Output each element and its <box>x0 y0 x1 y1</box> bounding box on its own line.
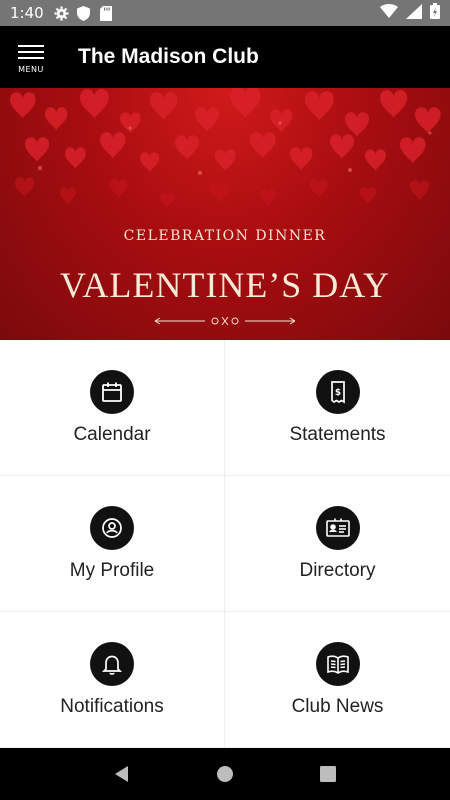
recents-icon[interactable] <box>308 754 348 794</box>
directory-icon <box>315 505 360 550</box>
feature-grid: Calendar $ Statements My Profile Directo… <box>0 340 450 748</box>
gear-icon <box>54 5 70 21</box>
club-news-tile[interactable]: Club News <box>225 612 450 748</box>
svg-text:$: $ <box>334 388 340 398</box>
my-profile-tile[interactable]: My Profile <box>0 476 225 612</box>
hearts-decoration <box>10 88 441 208</box>
promo-banner[interactable]: CELEBRATION DINNER VALENTINE’S DAY <box>0 88 450 340</box>
notifications-tile[interactable]: Notifications <box>0 612 225 748</box>
directory-tile[interactable]: Directory <box>225 476 450 612</box>
profile-icon <box>90 505 134 550</box>
calendar-icon <box>90 369 134 414</box>
home-icon[interactable] <box>205 754 245 794</box>
app-bar: MENU The Madison Club <box>0 26 450 88</box>
calendar-tile[interactable]: Calendar <box>0 340 225 476</box>
notifications-label: Notifications <box>60 695 164 717</box>
battery-icon <box>430 3 440 23</box>
news-icon <box>315 641 360 686</box>
statements-tile[interactable]: $ Statements <box>225 340 450 476</box>
sd-card-icon <box>98 5 114 21</box>
statement-icon: $ <box>315 369 360 414</box>
banner-tagline: CELEBRATION DINNER <box>123 228 327 244</box>
wifi-icon <box>380 4 398 22</box>
my-profile-label: My Profile <box>69 559 155 581</box>
shield-icon <box>76 5 92 21</box>
hamburger-icon <box>18 41 44 63</box>
directory-label: Directory <box>299 559 376 581</box>
app-title: The Madison Club <box>78 45 259 68</box>
signal-icon <box>406 3 422 23</box>
menu-label: MENU <box>18 64 44 74</box>
banner-headline: VALENTINE’S DAY <box>60 265 390 305</box>
menu-button[interactable]: MENU <box>0 26 62 88</box>
statements-label: Statements <box>289 423 386 445</box>
status-bar: 1:40 <box>0 0 450 26</box>
system-nav-bar <box>0 748 450 800</box>
bell-icon <box>90 641 134 686</box>
ornament-divider <box>154 316 296 326</box>
back-icon[interactable] <box>102 754 142 794</box>
club-news-label: Club News <box>291 695 384 717</box>
status-time: 1:40 <box>10 4 44 22</box>
calendar-label: Calendar <box>73 423 151 445</box>
